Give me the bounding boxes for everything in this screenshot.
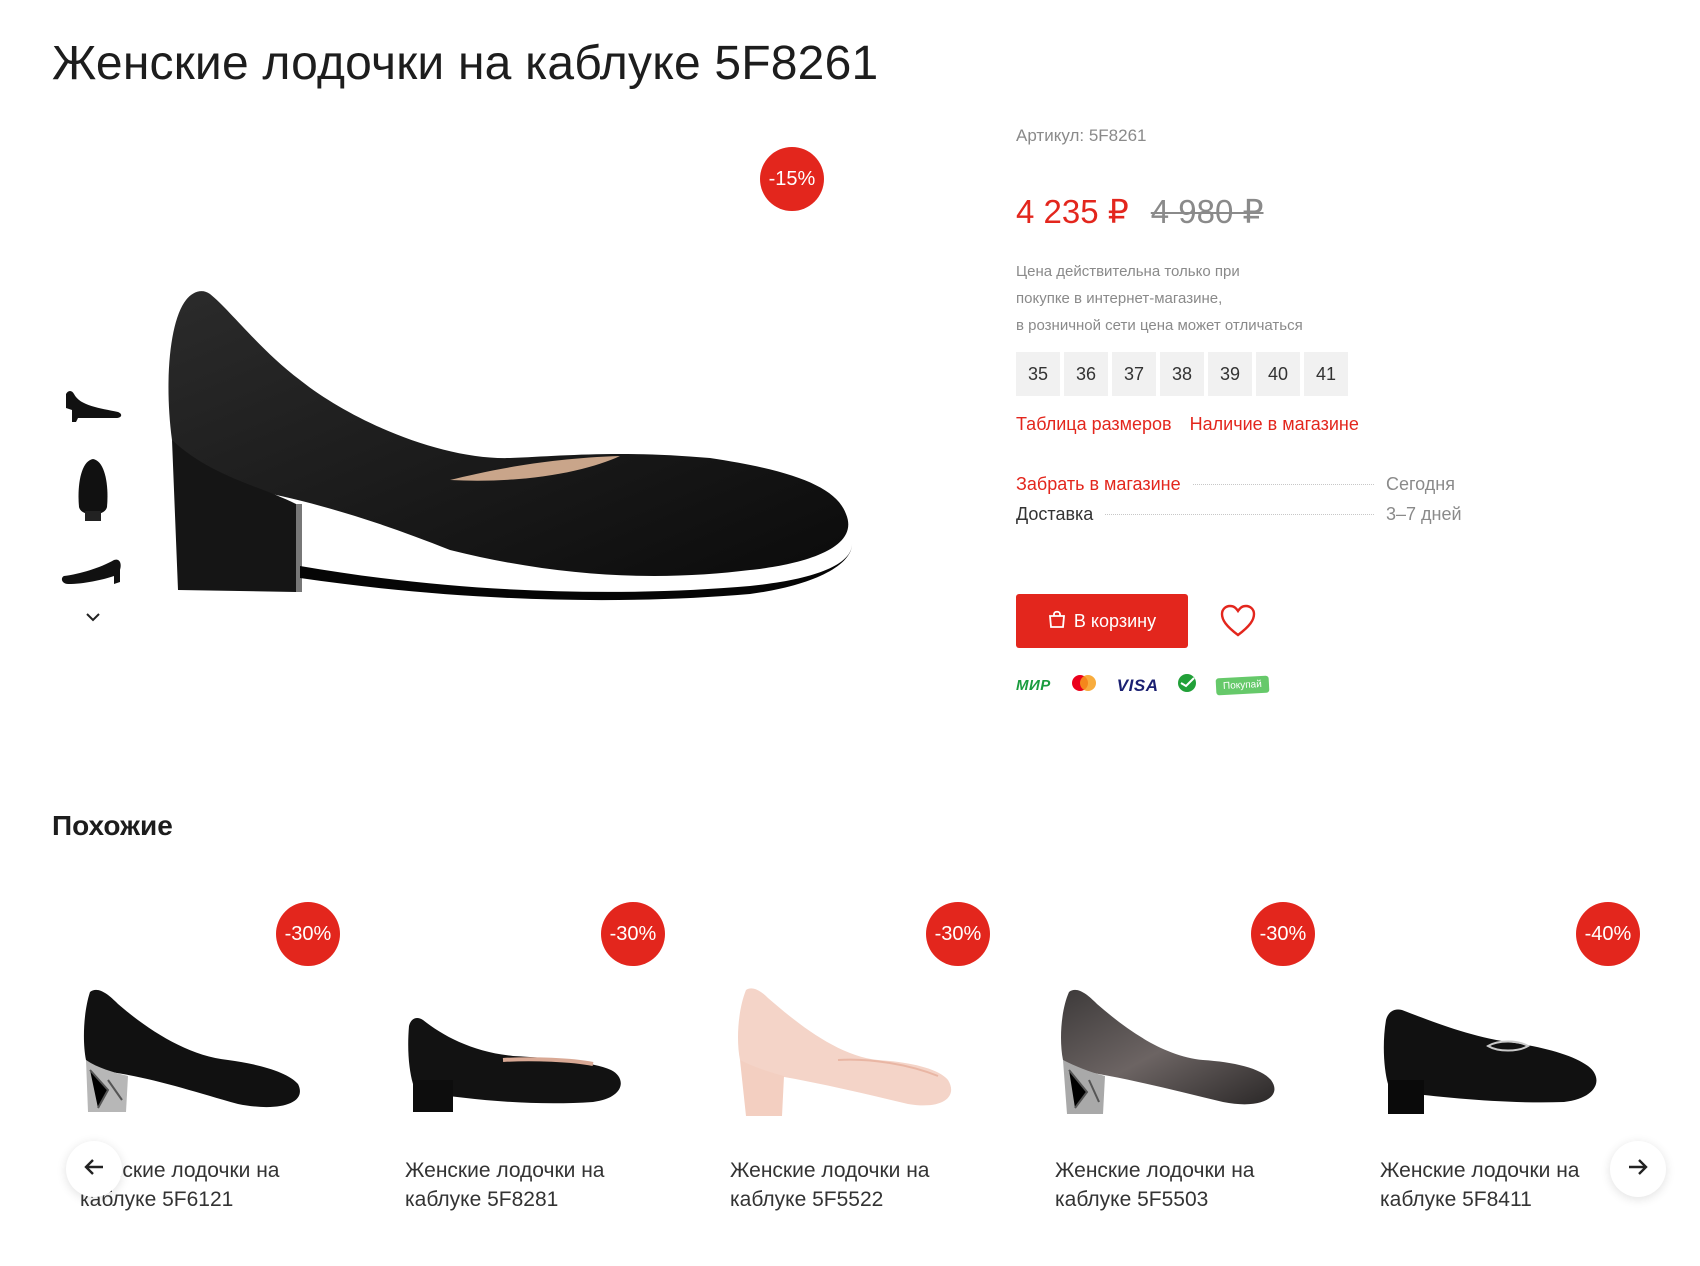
heart-icon[interactable]: [1220, 604, 1256, 638]
sku-label: Артикул: 5F8261: [1016, 126, 1147, 145]
similar-carousel: -30% Женские лодочки на каблуке 5F6121 -…: [60, 890, 1680, 1230]
add-to-cart-label: В корзину: [1073, 610, 1157, 631]
delivery-row-shipping: Доставка 3–7 дней: [1016, 504, 1486, 534]
size-selector: 35 36 37 38 39 40 41: [1016, 352, 1348, 396]
similar-product-name[interactable]: Женские лодочки на каблуке 5F8411: [1380, 1156, 1630, 1214]
price-current: 4 235 ₽: [1016, 193, 1129, 230]
similar-product-image[interactable]: [1043, 980, 1283, 1120]
similar-product-name[interactable]: Женские лодочки на каблуке 5F8281: [405, 1156, 655, 1214]
product-links: Таблица размеров Наличие в магазине: [1016, 414, 1359, 435]
price-note-line: покупке в интернет-магазине,: [1016, 290, 1223, 307]
store-availability-link[interactable]: Наличие в магазине: [1190, 414, 1359, 435]
discount-badge: -30%: [276, 902, 340, 966]
dotted-leader: [1192, 484, 1374, 485]
thumbnail-side[interactable]: [55, 370, 131, 442]
shopping-bag-icon: [1048, 609, 1066, 634]
carousel-next-button[interactable]: [1610, 1141, 1666, 1197]
similar-product-name[interactable]: Женские лодочки на каблуке 5F5503: [1055, 1156, 1305, 1214]
price-note-line: в розничной сети цена может отличаться: [1016, 317, 1303, 334]
similar-product-name[interactable]: Женские лодочки на каблуке 5F5522: [730, 1156, 980, 1214]
arrow-right-icon: [1627, 1158, 1649, 1181]
size-option[interactable]: 36: [1064, 352, 1108, 396]
similar-product-image[interactable]: [68, 980, 308, 1120]
dotted-leader: [1105, 514, 1374, 515]
delivery-label: Доставка: [1016, 504, 1094, 524]
gallery-thumbnails: [55, 370, 135, 622]
similar-product-card[interactable]: -30% Женские лодочки на каблуке 5F5503: [1035, 890, 1335, 1220]
size-option[interactable]: 41: [1304, 352, 1348, 396]
price-row: 4 235 ₽ 4 980 ₽: [1016, 192, 1264, 231]
delivery-row-pickup: Забрать в магазине Сегодня: [1016, 474, 1486, 504]
size-option[interactable]: 38: [1160, 352, 1204, 396]
pickup-time: Сегодня: [1386, 474, 1455, 494]
similar-product-image[interactable]: [1368, 980, 1608, 1120]
add-to-cart-button[interactable]: В корзину: [1016, 594, 1188, 648]
chevron-down-icon[interactable]: [80, 606, 106, 628]
size-option[interactable]: 40: [1256, 352, 1300, 396]
pickup-link[interactable]: Забрать в магазине: [1016, 474, 1181, 495]
price-old: 4 980 ₽: [1150, 193, 1264, 230]
visa-logo: VISA: [1116, 675, 1159, 695]
discount-badge: -30%: [926, 902, 990, 966]
discount-badge: -30%: [601, 902, 665, 966]
discount-badge: -30%: [1251, 902, 1315, 966]
similar-product-card[interactable]: -30% Женские лодочки на каблуке 5F8281: [385, 890, 685, 1220]
price-note-line: Цена действительна только при: [1016, 263, 1240, 280]
similar-section-title: Похожие: [52, 810, 173, 841]
pokupay-logo: Покупай: [1216, 675, 1270, 696]
similar-product-image[interactable]: [393, 980, 633, 1120]
arrow-left-icon: [83, 1158, 105, 1181]
mastercard-icon: [1069, 673, 1099, 698]
sberbank-icon: [1176, 672, 1198, 699]
similar-product-card[interactable]: -30% Женские лодочки на каблуке 5F5522: [710, 890, 1010, 1220]
size-option[interactable]: 37: [1112, 352, 1156, 396]
thumbnail-side-alt[interactable]: [55, 538, 131, 610]
size-option[interactable]: 35: [1016, 352, 1060, 396]
carousel-prev-button[interactable]: [66, 1141, 122, 1197]
delivery-time: 3–7 дней: [1386, 504, 1462, 524]
page-title: Женские лодочки на каблуке 5F8261: [52, 37, 879, 90]
payment-methods: МИР VISA Покупай: [1016, 672, 1270, 699]
similar-product-image[interactable]: [718, 980, 958, 1120]
discount-badge: -15%: [760, 147, 824, 211]
mir-logo: МИР: [1016, 677, 1051, 694]
thumbnail-front[interactable]: [55, 454, 131, 526]
size-option[interactable]: 39: [1208, 352, 1252, 396]
discount-badge: -40%: [1576, 902, 1640, 966]
price-note: Цена действительна только при покупке в …: [1016, 258, 1376, 339]
size-table-link[interactable]: Таблица размеров: [1016, 414, 1172, 435]
product-main-image[interactable]: [150, 280, 870, 640]
delivery-options: Забрать в магазине Сегодня Доставка 3–7 …: [1016, 474, 1486, 534]
